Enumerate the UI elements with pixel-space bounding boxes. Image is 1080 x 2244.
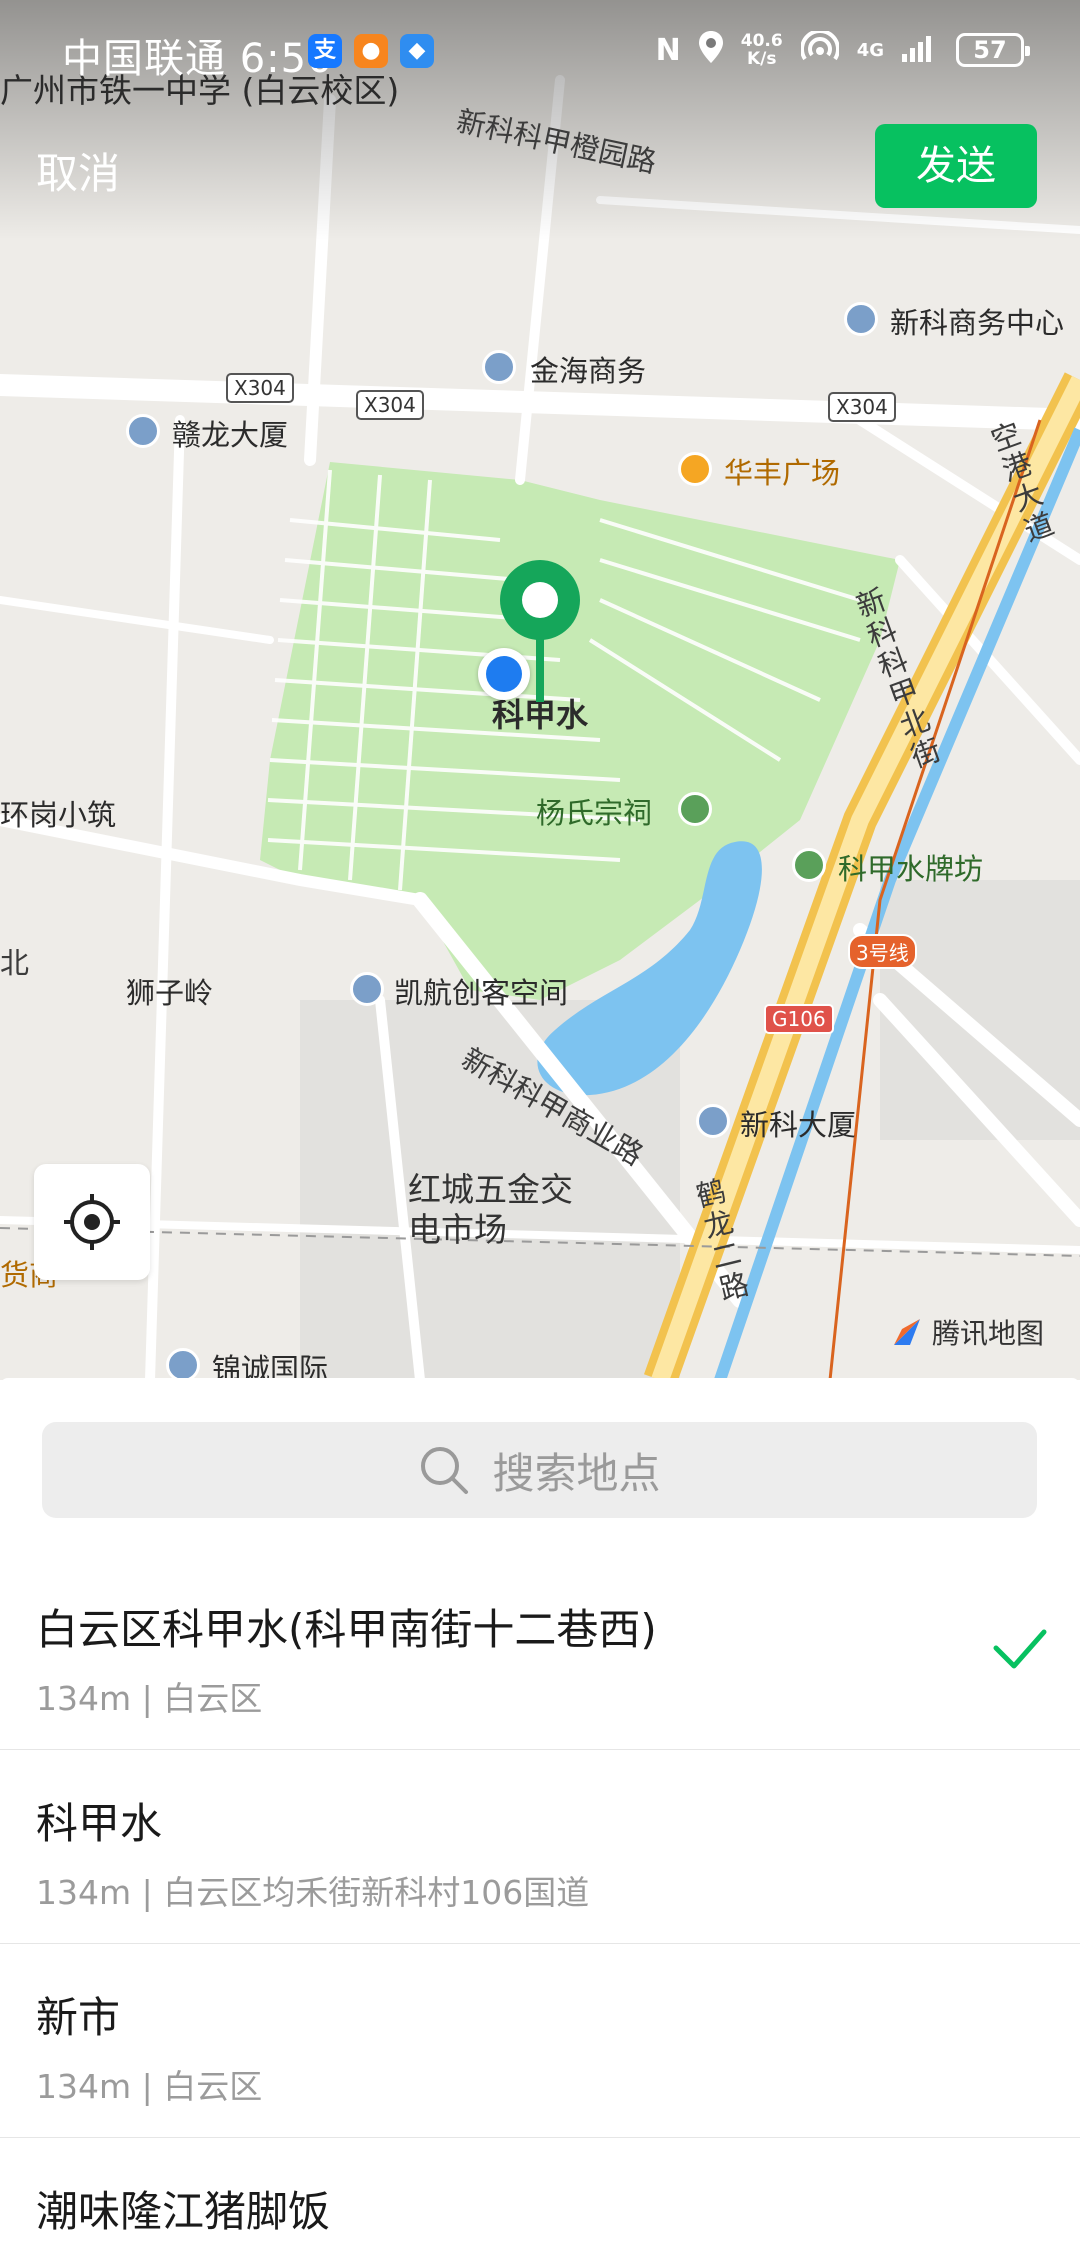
network-type: 4G	[856, 39, 884, 61]
map-label-huangang: 环岗小筑	[0, 798, 117, 832]
signal-icon	[902, 32, 938, 68]
checkmark-icon	[993, 1629, 1047, 1669]
list-item-title: 科甲水	[36, 1799, 163, 1848]
app-icon-blue: ◆	[400, 34, 434, 68]
status-carrier-time: 中国联通 6:50	[62, 26, 334, 84]
poi-building-icon	[482, 350, 516, 384]
poi-building-icon	[126, 414, 160, 448]
poi-building-icon	[166, 1348, 200, 1380]
net-speed: 40.6 K/s	[741, 32, 783, 68]
list-item-subtitle: 134m | 白云区	[36, 2067, 263, 2106]
map-label-edge: 北	[0, 946, 30, 980]
list-item-title: 新市	[36, 1993, 121, 2042]
map-label-huafeng: 华丰广场	[724, 456, 841, 490]
map-label-kejia-arch: 科甲水牌坊	[838, 852, 984, 886]
poi-scenic-icon	[792, 848, 826, 882]
list-item[interactable]: 白云区科甲水(科甲南街十二巷西) 134m | 白云区	[0, 1556, 1080, 1750]
list-item[interactable]: 科甲水 134m | 白云区均禾街新科村106国道	[0, 1750, 1080, 1944]
poi-building-icon	[844, 302, 878, 336]
map-label-yang-temple: 杨氏宗祠	[536, 796, 653, 830]
metro-line-badge: 3号线	[848, 934, 917, 969]
tencent-maps-label: 腾讯地图	[932, 1317, 1045, 1350]
road-shield-x304: X304	[356, 390, 424, 420]
hotspot-icon	[799, 29, 840, 69]
map-label-xinke-building: 新科大厦	[740, 1108, 857, 1142]
result-list: 白云区科甲水(科甲南街十二巷西) 134m | 白云区 科甲水 134m | 白…	[0, 1556, 1080, 2244]
crosshair-icon	[64, 1194, 120, 1250]
poi-temple-icon	[678, 792, 712, 826]
list-item-title: 潮味隆江猪脚饭	[36, 2187, 331, 2236]
net-speed-unit: K/s	[746, 49, 777, 69]
alipay-icon: 支	[308, 34, 342, 68]
map-label-shiziling: 狮子岭	[126, 976, 214, 1010]
list-item-title: 白云区科甲水(科甲南街十二巷西)	[36, 1605, 657, 1654]
location-panel: 搜索地点 白云区科甲水(科甲南街十二巷西) 134m | 白云区 科甲水 134…	[0, 1378, 1080, 2244]
poi-building-icon	[350, 972, 384, 1006]
list-item[interactable]: 新市 134m | 白云区	[0, 1944, 1080, 2138]
status-bar: 中国联通 6:50 支 ● ◆ N 40.6 K/s 4G 57	[0, 0, 1080, 100]
search-input[interactable]: 搜索地点	[42, 1422, 1037, 1518]
map-label-hongcheng: 红城五金交电市场	[408, 1170, 573, 1249]
search-icon	[421, 1447, 469, 1494]
location-icon	[698, 31, 723, 69]
map-label-ganlong: 赣龙大厦	[172, 418, 289, 452]
road-shield-x304: X304	[828, 392, 896, 422]
location-pin-icon[interactable]	[496, 560, 584, 710]
road-shield-x304: X304	[226, 373, 294, 403]
poi-building-icon	[696, 1104, 730, 1138]
battery-icon: 57	[956, 33, 1030, 67]
cancel-button[interactable]: 取消	[36, 140, 120, 201]
search-placeholder: 搜索地点	[492, 1448, 661, 1498]
map-view[interactable]: 广州市铁一中学 (白云校区) 新科科甲橙园路 新科商务中心 金海商务 X304 …	[0, 0, 1080, 1380]
nfc-icon: N	[655, 32, 681, 68]
tencent-maps-icon	[894, 1319, 920, 1345]
map-label-jinhai: 金海商务	[530, 354, 647, 388]
list-item[interactable]: 潮味隆江猪脚饭	[0, 2138, 1080, 2244]
map-label-kaihang: 凯航创客空间	[394, 976, 569, 1010]
status-right-group: N 40.6 K/s 4G 57	[655, 29, 1030, 70]
carrier-name: 中国联通	[62, 36, 226, 82]
app-icon-orange: ●	[354, 34, 388, 68]
net-speed-value: 40.6	[740, 31, 783, 51]
send-button[interactable]: 发送	[875, 124, 1037, 208]
map-label-biz-center: 新科商务中心	[890, 306, 1065, 340]
battery-level: 57	[973, 36, 1007, 64]
list-item-subtitle: 134m | 白云区	[36, 1679, 263, 1718]
poi-mall-icon	[678, 452, 712, 486]
locate-me-button[interactable]	[34, 1164, 150, 1280]
list-item-subtitle: 134m | 白云区均禾街新科村106国道	[36, 1873, 590, 1912]
tencent-maps-logo: 腾讯地图	[890, 1312, 1044, 1352]
road-shield-g106: G106	[764, 1004, 834, 1034]
map-label-jincheng: 锦诚国际	[212, 1352, 329, 1380]
